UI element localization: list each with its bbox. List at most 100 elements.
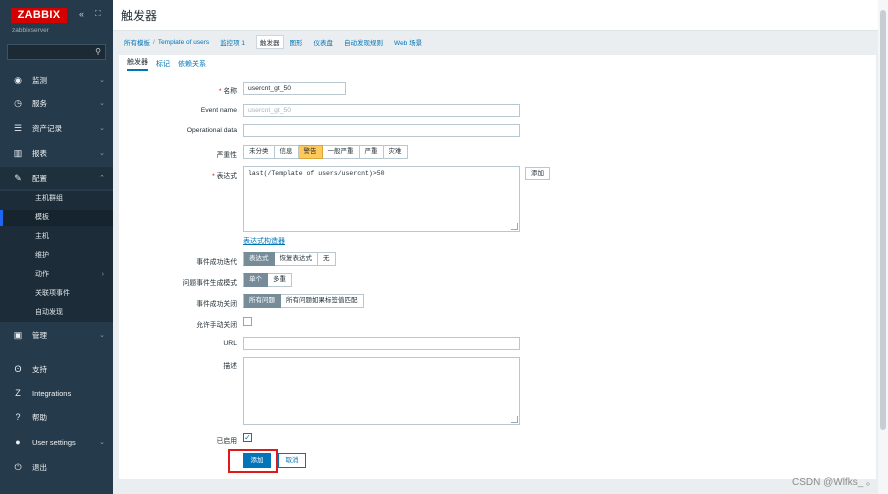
breadcrumb-web-scenarios[interactable]: Web 场景 [394, 37, 422, 47]
menu-item-reports[interactable]: ▥ 报表 ⌄ [0, 142, 113, 164]
operational-data-label: Operational data [186, 127, 237, 134]
user-icon: ● [15, 437, 21, 447]
tab-trigger[interactable]: 触发器 [127, 57, 148, 71]
cancel-button[interactable]: 取消 [278, 453, 306, 468]
problem-mode-multiple[interactable]: 多重 [268, 273, 292, 287]
severity-not-classified[interactable]: 未分类 [243, 145, 275, 159]
menu-item-administration[interactable]: ▣ 管理 ⌄ [0, 324, 113, 346]
menu-item-services[interactable]: ◷ 服务 ⌄ [0, 92, 113, 114]
zabbix-logo[interactable]: ZABBIX [11, 8, 67, 23]
submenu-item-discovery[interactable]: 自动发现 [0, 305, 113, 321]
severity-information[interactable]: 信息 [274, 145, 299, 159]
url-label: URL [223, 340, 237, 347]
breadcrumb-dashboards[interactable]: 仪表盘 [314, 37, 334, 47]
power-icon: ⏻ [14, 461, 22, 472]
submenu-item-label: 动作 [35, 271, 49, 278]
ok-event-none[interactable]: 无 [318, 252, 336, 266]
chevron-down-icon: ⌄ [99, 100, 105, 107]
severity-high[interactable]: 严重 [359, 145, 384, 159]
menu-item-label: User settings [32, 437, 76, 447]
enabled-checkbox[interactable]: ✓ [243, 433, 252, 442]
submenu-item-hosts[interactable]: 主机 [0, 229, 113, 245]
breadcrumb-discovery-rules[interactable]: 自动发现规则 [344, 37, 383, 47]
menu-item-sign-out[interactable]: ⏻ 退出 [0, 456, 113, 478]
ok-event-expression[interactable]: 表达式 [243, 252, 275, 266]
operational-data-field[interactable] [243, 124, 520, 137]
breadcrumb-items[interactable]: 监控项 1 [220, 37, 245, 47]
menu-item-support[interactable]: ʘ 支持 [0, 358, 113, 380]
ok-close-all-problems[interactable]: 所有问题 [243, 294, 281, 308]
submenu-item-event-correlation[interactable]: 关联项事件 [0, 286, 113, 302]
problem-mode-single[interactable]: 单个 [243, 273, 268, 287]
menu-item-monitoring[interactable]: ◉ 监测 ⌄ [0, 69, 113, 91]
manual-close-checkbox[interactable] [243, 317, 252, 326]
severity-warning[interactable]: 警告 [298, 145, 323, 159]
submenu-item-host-groups[interactable]: 主机群组 [0, 191, 113, 207]
name-field[interactable]: usercnt_gt_50 [243, 82, 346, 95]
chevron-down-icon: ⌄ [99, 125, 105, 132]
breadcrumb-all-templates[interactable]: 所有模板 [124, 37, 150, 47]
menu-item-label: 支持 [32, 364, 47, 374]
menu-item-label: 资产记录 [32, 123, 62, 133]
sidebar: ZABBIX « ⛶ zabbixserver ⚲ ◉ 监测 ⌄ ◷ 服务 ⌄ … [0, 0, 113, 494]
manual-close-label: 允许手动关闭 [196, 322, 237, 329]
resize-grip-icon[interactable] [511, 416, 518, 423]
list-icon: ☰ [13, 122, 23, 133]
chevron-down-icon: ⌄ [99, 439, 105, 446]
chevron-right-icon: › [101, 271, 104, 278]
menu-item-label: 管理 [32, 330, 47, 340]
menu-item-label: 退出 [32, 462, 47, 472]
expression-constructor-link[interactable]: 表达式构造器 [243, 236, 285, 246]
severity-label: 严重性 [216, 152, 237, 159]
chevron-up-icon: ⌃ [99, 175, 105, 182]
menu-item-configuration[interactable]: ✎ 配置 ⌃ [0, 167, 113, 189]
menu-item-help[interactable]: ? 帮助 [0, 406, 113, 428]
menu-item-user-settings[interactable]: ● User settings ⌄ [0, 431, 113, 453]
add-expression-button[interactable]: 添加 [525, 167, 550, 180]
url-field[interactable] [243, 337, 520, 350]
tab-tags[interactable]: 标记 [156, 59, 170, 71]
form-tabs: 触发器 标记 依赖关系 [119, 55, 876, 71]
menu-item-label: 监测 [32, 75, 47, 85]
page-scrollbar[interactable] [878, 0, 888, 494]
search-icon[interactable]: ⚲ [95, 47, 101, 56]
collapse-sidebar-icon[interactable]: « [79, 9, 84, 19]
ok-event-recovery-expression[interactable]: 恢复表达式 [274, 252, 318, 266]
description-label: 描述 [223, 363, 237, 370]
add-button[interactable]: 添加 [243, 453, 271, 468]
resize-grip-icon[interactable] [511, 223, 518, 230]
scrollbar-thumb[interactable] [880, 10, 886, 430]
description-textarea[interactable] [243, 357, 520, 425]
menu-item-integrations[interactable]: Z Integrations [0, 382, 113, 404]
ok-event-generation-label: 事件成功迭代 [196, 259, 237, 266]
expression-text: last(/Template of users/usercnt)>50 [248, 170, 385, 177]
wrench-icon: ✎ [14, 172, 22, 183]
clock-icon: ◷ [14, 97, 22, 108]
ok-event-closes-label: 事件成功关闭 [196, 301, 237, 308]
severity-disaster[interactable]: 灾难 [383, 145, 408, 159]
ok-close-tag-match[interactable]: 所有问题如果标签值匹配 [281, 294, 364, 308]
breadcrumb-template[interactable]: Template of users [158, 39, 209, 46]
chevron-down-icon: ⌄ [99, 332, 105, 339]
page-title: 触发器 [121, 9, 158, 23]
submenu-item-actions[interactable]: 动作 › [0, 267, 113, 283]
configuration-submenu: 主机群组 模板 主机 维护 动作 › 关联项事件 自动发现 [0, 191, 113, 322]
server-name: zabbixserver [12, 27, 49, 34]
menu-item-label: 配置 [32, 173, 47, 183]
event-name-label: Event name [200, 107, 237, 114]
tab-dependencies[interactable]: 依赖关系 [178, 59, 206, 71]
menu-item-inventory[interactable]: ☰ 资产记录 ⌄ [0, 117, 113, 139]
breadcrumb-triggers[interactable]: 触发器 [256, 35, 284, 49]
submenu-item-templates[interactable]: 模板 [0, 210, 113, 226]
bar-chart-icon: ▥ [13, 147, 23, 158]
chevron-down-icon: ⌄ [99, 77, 105, 84]
sidebar-search-input[interactable]: ⚲ [7, 44, 106, 60]
severity-average[interactable]: 一般严重 [322, 145, 360, 159]
kiosk-mode-icon[interactable]: ⛶ [95, 9, 101, 19]
problem-mode-label: 问题事件生成模式 [182, 280, 237, 287]
submenu-item-maintenance[interactable]: 维护 [0, 248, 113, 264]
event-name-field[interactable]: usercnt_gt_50 [243, 104, 520, 117]
expression-textarea[interactable]: last(/Template of users/usercnt)>50 [243, 166, 520, 232]
breadcrumb-graphs[interactable]: 图形 [290, 37, 303, 47]
help-icon: ? [15, 412, 21, 422]
